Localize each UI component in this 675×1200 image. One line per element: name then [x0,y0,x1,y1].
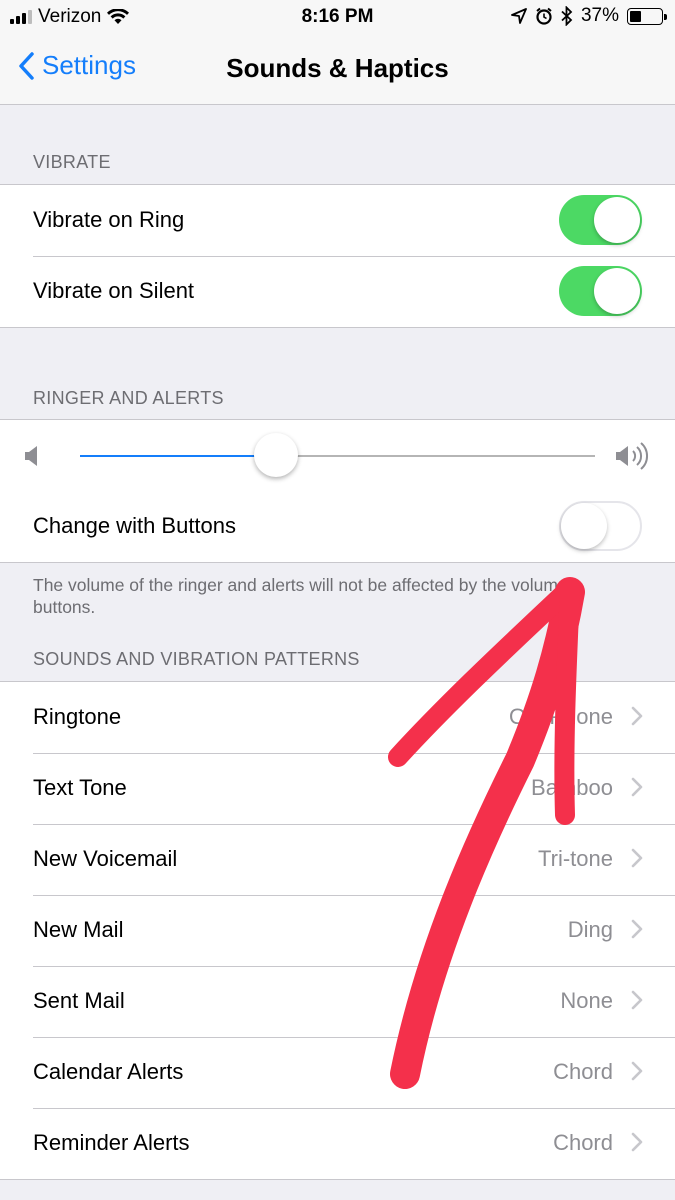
location-icon [511,8,527,24]
row-label: Text Tone [33,775,127,800]
status-bar: Verizon 8:16 PM 37% [0,0,675,36]
change-with-buttons-toggle[interactable] [559,501,642,551]
toggle-knob [561,503,607,549]
chevron-right-icon [631,706,643,726]
row-value: Chord [553,1059,613,1084]
row-label: Ringtone [33,704,122,729]
chevron-right-icon [631,1132,643,1152]
row-label: New Voicemail [33,846,178,871]
alarm-icon [536,7,552,25]
row-value: Tri-tone [538,846,613,871]
battery-percent: 37% [580,5,619,26]
sent-mail-row[interactable]: Sent Mail None [0,966,675,1037]
row-value: None [560,988,613,1013]
row-label: Reminder Alerts [33,1130,190,1155]
patterns-group: Ringtone Old Phone Text Tone Bamboo New … [0,681,675,1180]
chevron-right-icon [631,1061,643,1081]
row-value: Bamboo [531,775,613,800]
row-label: New Mail [33,917,124,942]
chevron-right-icon [631,848,643,868]
row-value: Old Phone [509,704,613,729]
row-value: Chord [553,1130,613,1155]
row-label: Vibrate on Ring [33,207,185,232]
toggle-knob [594,268,640,314]
volume-slider[interactable] [80,433,595,477]
ringer-volume-row [0,420,675,491]
vibrate-on-ring-row: Vibrate on Ring [0,185,675,256]
volume-low-icon [25,446,37,466]
row-label: Sent Mail [33,988,125,1013]
section-header-ringer: RINGER AND ALERTS [33,388,224,408]
new-mail-row[interactable]: New Mail Ding [0,895,675,966]
volume-high-icon [616,442,648,470]
chevron-right-icon [631,777,643,797]
change-with-buttons-row: Change with Buttons [0,491,675,562]
section-header-vibrate: VIBRATE [33,152,111,172]
vibrate-on-ring-toggle[interactable] [559,195,642,245]
page-title: Sounds & Haptics [226,53,449,83]
navigation-bar: Settings Sounds & Haptics [0,36,675,105]
battery-icon [627,7,667,25]
ringer-group: Change with Buttons [0,419,675,563]
reminder-alerts-row[interactable]: Reminder Alerts Chord [0,1108,675,1179]
bluetooth-icon [561,6,573,26]
row-label: Calendar Alerts [33,1059,184,1084]
toggle-knob [594,197,640,243]
chevron-right-icon [631,990,643,1010]
section-header-patterns: SOUNDS AND VIBRATION PATTERNS [33,649,360,669]
row-label: Change with Buttons [33,513,237,538]
ringer-footer-note: The volume of the ringer and alerts will… [33,575,568,617]
ringtone-row[interactable]: Ringtone Old Phone [0,682,675,753]
vibrate-on-silent-row: Vibrate on Silent [0,256,675,327]
calendar-alerts-row[interactable]: Calendar Alerts Chord [0,1037,675,1108]
slider-thumb[interactable] [253,433,298,477]
row-value: Ding [567,917,613,942]
status-right: 37% [511,5,667,27]
vibrate-group: Vibrate on Ring Vibrate on Silent [0,184,675,328]
vibrate-on-silent-toggle[interactable] [559,266,642,316]
row-label: Vibrate on Silent [33,278,195,303]
text-tone-row[interactable]: Text Tone Bamboo [0,753,675,824]
chevron-right-icon [631,919,643,939]
new-voicemail-row[interactable]: New Voicemail Tri-tone [0,824,675,895]
slider-fill [80,455,276,457]
